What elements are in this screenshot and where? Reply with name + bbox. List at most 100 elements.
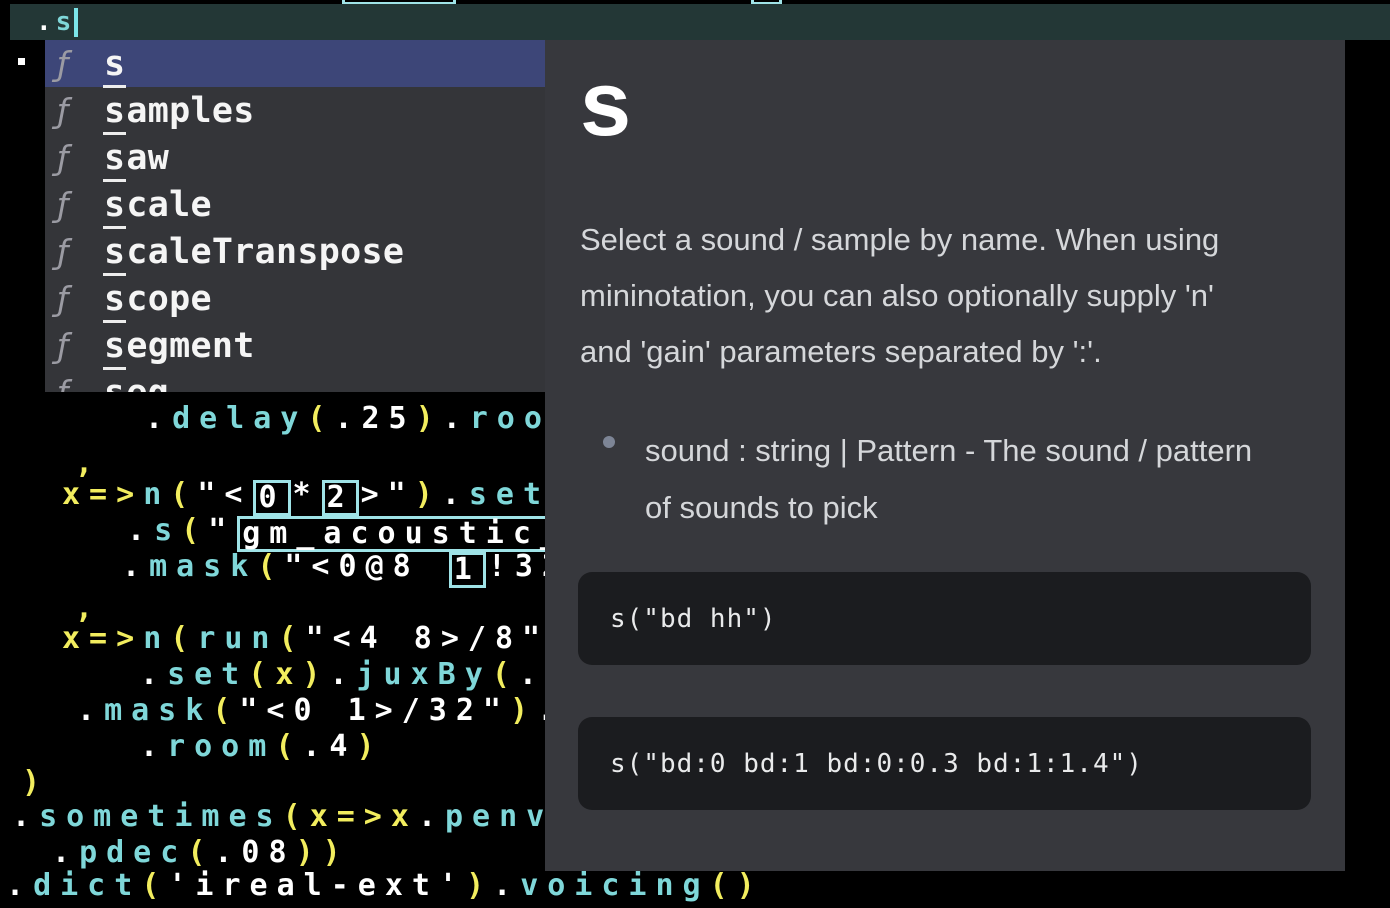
autocomplete-item-samples[interactable]: ƒsamples: [45, 87, 545, 134]
doc-panel: s Select a sound / sample by name. When …: [545, 40, 1345, 871]
code-line[interactable]: .mask("<0 1>/32").: [77, 694, 564, 728]
function-icon: ƒ: [57, 373, 103, 392]
doc-example-code: s("bd hh"): [610, 604, 777, 634]
autocomplete-item-label: scaleTranspose: [103, 232, 404, 272]
autocomplete-dropdown: ƒsƒsamplesƒsawƒscaleƒscaleTransposeƒscop…: [45, 40, 545, 392]
code-token: penv: [445, 799, 553, 834]
code-token: (: [170, 477, 197, 512]
code-token: .: [12, 799, 39, 834]
code-token: set: [167, 657, 248, 692]
function-icon: ƒ: [57, 91, 103, 130]
code-token: )): [296, 835, 350, 870]
code-line[interactable]: .sometimes(x=>x.penv: [12, 800, 553, 834]
function-icon: ƒ: [57, 138, 103, 177]
text-cursor: [74, 8, 78, 37]
doc-example-block: s("bd:0 bd:1 bd:0:0.3 bd:1:1.4"): [578, 717, 1311, 810]
code-token: "<0@8: [284, 549, 446, 584]
code-token: s: [154, 513, 181, 548]
code-token: ): [466, 868, 493, 903]
active-event-token: 0: [253, 480, 290, 516]
code-token: ): [357, 729, 384, 764]
autocomplete-item-scope[interactable]: ƒscope: [45, 275, 545, 322]
autocomplete-item-label: samples: [103, 91, 255, 131]
active-event-token: 1: [449, 552, 486, 588]
code-token: .: [493, 868, 520, 903]
code-line[interactable]: .set(x).juxBy(.5: [140, 658, 573, 692]
code-token: x=>x: [310, 799, 418, 834]
code-line[interactable]: .s("gm_acoustic_b: [127, 514, 601, 552]
code-token: (: [212, 693, 239, 728]
code-token: x: [275, 657, 302, 692]
doc-description-line: and 'gain' parameters separated by ':'.: [580, 324, 1310, 380]
code-token: juxBy: [357, 657, 492, 692]
autocomplete-item-label: segment: [103, 326, 255, 366]
code-token: (: [141, 868, 168, 903]
code-token: "<0 1>/32": [239, 693, 510, 728]
code-token: .: [140, 657, 167, 692]
code-token: *: [293, 477, 320, 512]
autocomplete-item-s[interactable]: ƒs: [45, 40, 545, 87]
autocomplete-item-label: seq: [103, 373, 169, 393]
code-token: ": [208, 513, 235, 548]
function-icon: ƒ: [57, 44, 103, 83]
code-token: delay: [172, 401, 307, 436]
code-token: (: [187, 835, 214, 870]
code-token: .25: [334, 401, 415, 436]
code-token: sometimes: [39, 799, 283, 834]
code-token: dict: [33, 868, 141, 903]
autocomplete-item-scaleTranspose[interactable]: ƒscaleTranspose: [45, 228, 545, 275]
function-icon: ƒ: [57, 279, 103, 318]
code-token: run: [197, 621, 278, 656]
doc-parameter-line: of sounds to pick: [645, 479, 1310, 536]
autocomplete-item-label: scale: [103, 185, 212, 225]
code-token: (: [257, 549, 284, 584]
active-code-line[interactable]: .s: [10, 4, 1390, 40]
code-token: (): [710, 868, 764, 903]
autocomplete-item-scale[interactable]: ƒscale: [45, 181, 545, 228]
bullet-icon: [603, 436, 615, 448]
code-line[interactable]: ,: [75, 447, 102, 481]
code-token: ): [510, 693, 537, 728]
code-token: .: [418, 799, 445, 834]
doc-parameter-line: sound : string | Pattern - The sound / p…: [645, 422, 1310, 479]
code-token: set: [469, 477, 550, 512]
doc-description: Select a sound / sample by name. When us…: [580, 212, 1310, 380]
code-token: .: [145, 401, 172, 436]
code-token: .: [140, 729, 167, 764]
code-line[interactable]: x=>n(run("<4 8>/8": [62, 622, 549, 656]
code-token: ): [302, 657, 329, 692]
code-token: .4: [302, 729, 356, 764]
code-line[interactable]: ): [22, 766, 49, 800]
typed-text: s: [56, 7, 76, 37]
autocomplete-item-segment[interactable]: ƒsegment: [45, 322, 545, 369]
active-line-text: .s: [36, 7, 75, 37]
code-line[interactable]: .mask("<0@8 1!32: [122, 550, 569, 588]
code-line[interactable]: .pdec(.08)): [52, 836, 350, 870]
code-line[interactable]: .delay(.25).room: [145, 402, 578, 436]
code-token: .: [127, 513, 154, 548]
autocomplete-item-seq[interactable]: ƒseq: [45, 369, 545, 392]
code-token: .: [77, 693, 104, 728]
doc-description-line: Select a sound / sample by name. When us…: [580, 212, 1310, 268]
code-line[interactable]: .room(.4): [140, 730, 384, 764]
doc-parameter: sound : string | Pattern - The sound / p…: [580, 422, 1310, 536]
code-token: ,: [75, 446, 102, 481]
doc-title: s: [580, 52, 631, 157]
code-token: >": [361, 477, 415, 512]
code-token: ): [416, 401, 443, 436]
code-token: (: [307, 401, 334, 436]
code-token: .: [6, 868, 33, 903]
code-token: voicing: [520, 868, 709, 903]
code-token: 'ireal-ext': [168, 868, 466, 903]
active-event-token: 2: [322, 480, 359, 516]
code-token: ): [22, 765, 49, 800]
code-token: (: [279, 621, 306, 656]
code-line[interactable]: x=>n("<0*2>").set(: [62, 478, 577, 516]
code-token: (: [492, 657, 519, 692]
code-line[interactable]: .dict('ireal-ext').voicing(): [6, 869, 764, 903]
autocomplete-item-saw[interactable]: ƒsaw: [45, 134, 545, 181]
autocomplete-item-label: saw: [103, 138, 169, 178]
code-token: "<4 8>/8": [306, 621, 550, 656]
code-token: x=>: [62, 621, 143, 656]
code-token: .: [443, 401, 470, 436]
